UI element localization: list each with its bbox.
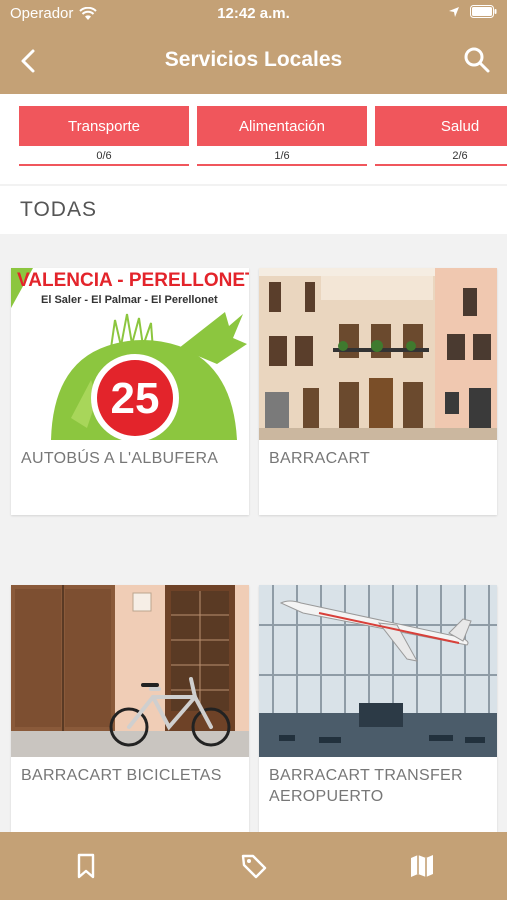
card-title: BARRACART BICICLETAS — [21, 767, 222, 784]
navigation-bar: Servicios Locales — [0, 28, 507, 94]
bicycle-door-image — [11, 585, 249, 757]
service-card-bicicletas[interactable]: BARRACART BICICLETAS — [11, 585, 249, 832]
card-title: AUTOBÚS A L'ALBUFERA — [21, 450, 219, 467]
bus-thumbnail: VALENCIA - PERELLONET El Saler - El Palm… — [11, 268, 249, 440]
card-title: BARRACART TRANSFER AEROPUERTO — [269, 767, 463, 805]
section-header: TODAS — [0, 186, 507, 234]
tag-icon[interactable] — [240, 852, 268, 880]
page-title: Servicios Locales — [164, 48, 343, 71]
bus-line-number: 25 — [110, 374, 160, 423]
airport-thumbnail — [259, 585, 497, 757]
building-thumbnail — [259, 268, 497, 440]
tab-count: 0/6 — [19, 146, 189, 166]
bus-route-title: VALENCIA - PERELLONET — [17, 270, 249, 291]
bicycle-thumbnail — [11, 585, 249, 757]
building-facade-image — [259, 268, 497, 440]
service-card-autobus[interactable]: VALENCIA - PERELLONET El Saler - El Palm… — [11, 268, 249, 515]
tab-salud[interactable]: Salud 2/6 — [375, 106, 507, 168]
card-title: BARRACART — [269, 450, 371, 467]
location-arrow-icon — [449, 6, 459, 17]
status-bar: Operador 12:42 a.m. — [0, 0, 507, 28]
search-icon[interactable] — [463, 46, 491, 74]
tab-transporte[interactable]: Transporte 0/6 — [19, 106, 189, 168]
bottom-tab-bar — [0, 832, 507, 900]
tab-alimentacion[interactable]: Alimentación 1/6 — [197, 106, 367, 168]
status-time: 12:42 a.m. — [217, 5, 290, 22]
tab-count: 1/6 — [197, 146, 367, 166]
tab-count: 2/6 — [375, 146, 507, 166]
airport-terminal-image — [259, 585, 497, 757]
section-title: TODAS — [20, 198, 97, 221]
bookmark-icon[interactable] — [72, 852, 100, 880]
tab-label[interactable]: Alimentación — [197, 106, 367, 146]
service-card-transfer-aeropuerto[interactable]: BARRACART TRANSFER AEROPUERTO — [259, 585, 497, 832]
app-header: Operador 12:42 a.m. Servicios Locales — [0, 0, 507, 94]
map-icon[interactable] — [408, 852, 436, 880]
tab-label[interactable]: Salud — [375, 106, 507, 146]
bus-route-subtitle: El Saler - El Palmar - El Perellonet — [41, 294, 218, 306]
battery-icon — [470, 5, 497, 18]
service-card-barracart[interactable]: BARRACART — [259, 268, 497, 515]
category-tabs: Transporte 0/6 Alimentación 1/6 Salud 2/… — [0, 94, 507, 184]
tab-label[interactable]: Transporte — [19, 106, 189, 146]
